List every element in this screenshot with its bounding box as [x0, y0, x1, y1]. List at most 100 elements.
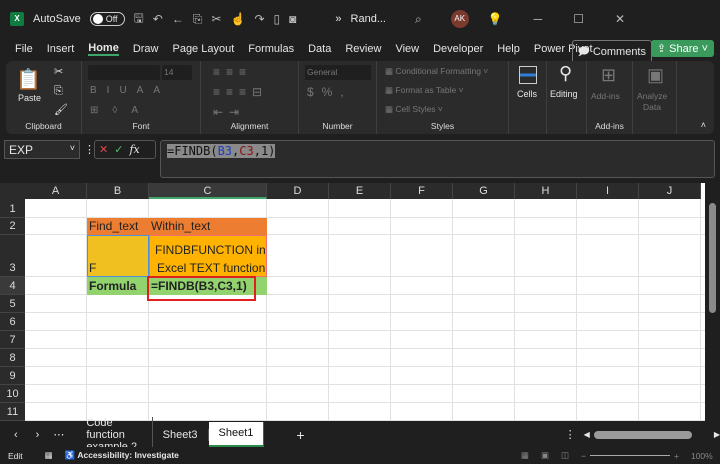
- cancel-icon[interactable]: ✕: [99, 143, 108, 156]
- row-header-11[interactable]: 11: [0, 403, 25, 421]
- new-icon[interactable]: ▯: [274, 12, 281, 26]
- add-sheet-button[interactable]: +: [296, 427, 304, 443]
- tab-splitter-icon[interactable]: ⋮: [565, 428, 576, 441]
- avatar[interactable]: AK: [450, 10, 469, 28]
- autosave-toggle[interactable]: Off: [89, 12, 125, 26]
- row-header-1[interactable]: 1: [0, 199, 25, 218]
- minimize-icon[interactable]: ─: [534, 12, 543, 26]
- page-layout-view-icon[interactable]: ▣: [541, 450, 549, 461]
- close-icon[interactable]: ✕: [615, 12, 625, 26]
- back-icon[interactable]: ←: [172, 12, 184, 26]
- cell-c2[interactable]: Within_text: [149, 219, 212, 233]
- column-header-d[interactable]: D: [267, 183, 329, 199]
- format-painter-icon[interactable]: 🖌: [54, 103, 68, 116]
- undo-icon[interactable]: ↶: [153, 12, 163, 26]
- scroll-right-icon[interactable]: ▶: [714, 430, 720, 439]
- normal-view-icon[interactable]: ▦: [521, 450, 529, 461]
- editing-button[interactable]: ⚲ Editing: [547, 61, 587, 134]
- addins-button[interactable]: Add-ins: [591, 91, 620, 101]
- row-header-10[interactable]: 10: [0, 385, 25, 403]
- justify-icons[interactable]: ≡≡≡⊟: [213, 85, 268, 99]
- addins-icon[interactable]: ⊞: [601, 65, 616, 86]
- formula-input[interactable]: =FINDB(B3,C3,1): [160, 140, 715, 178]
- more-commands[interactable]: »: [335, 13, 341, 25]
- horizontal-scroll-thumb[interactable]: [593, 430, 692, 439]
- font-name-select[interactable]: [88, 65, 160, 80]
- spreadsheet-grid[interactable]: Find_text Within_text F FINDBFUNCTION in…: [0, 183, 705, 421]
- prev-sheet-icon[interactable]: ‹: [14, 429, 18, 441]
- tab-help[interactable]: Help: [497, 43, 520, 55]
- cut-icon[interactable]: ✂: [211, 12, 221, 26]
- macro-icon[interactable]: ▦: [45, 450, 53, 461]
- tab-draw[interactable]: Draw: [133, 43, 159, 55]
- cell-b2[interactable]: Find_text: [87, 219, 140, 233]
- vertical-scroll-thumb[interactable]: [709, 203, 716, 313]
- column-header-a[interactable]: A: [25, 183, 87, 199]
- column-header-i[interactable]: I: [577, 183, 639, 199]
- select-all-button[interactable]: [0, 183, 25, 199]
- insert-function-icon[interactable]: fx: [129, 143, 139, 156]
- row-header-8[interactable]: 8: [0, 349, 25, 367]
- scroll-left-icon[interactable]: ◀: [584, 430, 590, 439]
- tab-home[interactable]: Home: [88, 42, 119, 56]
- tab-review[interactable]: Review: [345, 43, 381, 55]
- accessibility-status[interactable]: ♿ Accessibility: Investigate: [65, 450, 179, 461]
- analyze-data-button[interactable]: ▣ Analyze Data: [633, 61, 677, 134]
- conditional-formatting-button[interactable]: ▦ Conditional Formatting ˅: [385, 66, 488, 77]
- touch-icon[interactable]: ☝: [231, 12, 246, 26]
- tab-formulas[interactable]: Formulas: [248, 43, 294, 55]
- cell-styles-button[interactable]: ▦ Cell Styles ˅: [385, 104, 443, 115]
- column-header-f[interactable]: F: [391, 183, 453, 199]
- save-icon[interactable]: 🖫: [134, 9, 144, 30]
- paste-icon[interactable]: 📋: [16, 67, 41, 92]
- number-format-select[interactable]: General: [305, 65, 371, 80]
- vertical-scrollbar[interactable]: [705, 183, 720, 421]
- tab-file[interactable]: File: [15, 43, 33, 55]
- align-icons[interactable]: ≡≡≡: [213, 65, 252, 79]
- sheet-tab-sheet3[interactable]: Sheet3: [153, 428, 209, 441]
- zoom-slider[interactable]: − +: [581, 451, 679, 461]
- page-break-view-icon[interactable]: ◫: [561, 450, 569, 461]
- cut-icon[interactable]: ✂: [54, 65, 63, 78]
- name-box[interactable]: EXP ˅: [4, 140, 80, 159]
- row-header-5[interactable]: 5: [0, 295, 25, 313]
- column-header-h[interactable]: H: [515, 183, 577, 199]
- sheet-tab-sheet1[interactable]: Sheet1: [208, 422, 265, 447]
- column-header-c[interactable]: C: [149, 183, 267, 199]
- column-header-g[interactable]: G: [453, 183, 515, 199]
- currency-percent-icons[interactable]: $%,: [307, 85, 352, 99]
- tab-insert[interactable]: Insert: [47, 43, 75, 55]
- font-format-buttons[interactable]: BIUAA: [90, 85, 170, 96]
- zoom-level[interactable]: 100%: [691, 451, 713, 461]
- paste-button[interactable]: Paste: [18, 93, 41, 103]
- next-sheet-icon[interactable]: ›: [36, 429, 40, 441]
- row-header-3[interactable]: 3: [0, 235, 25, 277]
- tab-view[interactable]: View: [395, 43, 419, 55]
- cell-c3-line1[interactable]: FINDBFUNCTION in: [153, 243, 268, 257]
- cell-b3[interactable]: F: [87, 261, 98, 275]
- camera-icon[interactable]: ◙: [289, 12, 296, 26]
- collapse-ribbon-icon[interactable]: ˄: [701, 120, 706, 130]
- copy-icon[interactable]: ⎘: [54, 85, 63, 98]
- border-fill-color-icons[interactable]: ⊞◊A: [90, 105, 152, 116]
- row-header-4[interactable]: 4: [0, 277, 25, 295]
- row-header-2[interactable]: 2: [0, 218, 25, 235]
- share-button[interactable]: ⇪ Share ˅: [650, 40, 714, 57]
- tab-page-layout[interactable]: Page Layout: [172, 43, 234, 55]
- redo-icon[interactable]: ↷: [254, 12, 264, 26]
- indent-icons[interactable]: ⇤⇥: [213, 105, 245, 119]
- cells-button[interactable]: Cells: [509, 61, 547, 134]
- column-header-b[interactable]: B: [87, 183, 149, 199]
- tab-developer[interactable]: Developer: [433, 43, 483, 55]
- column-header-e[interactable]: E: [329, 183, 391, 199]
- row-header-6[interactable]: 6: [0, 313, 25, 331]
- font-size-select[interactable]: 14: [162, 65, 192, 80]
- lightbulb-icon[interactable]: 💡: [488, 12, 503, 26]
- tab-data[interactable]: Data: [308, 43, 331, 55]
- row-header-7[interactable]: 7: [0, 331, 25, 349]
- format-as-table-button[interactable]: ▦ Format as Table ˅: [385, 85, 464, 96]
- maximize-icon[interactable]: ☐: [573, 12, 584, 26]
- search-icon[interactable]: ⌕: [415, 12, 422, 27]
- copy-icon[interactable]: ⎘: [193, 12, 203, 27]
- row-header-9[interactable]: 9: [0, 367, 25, 385]
